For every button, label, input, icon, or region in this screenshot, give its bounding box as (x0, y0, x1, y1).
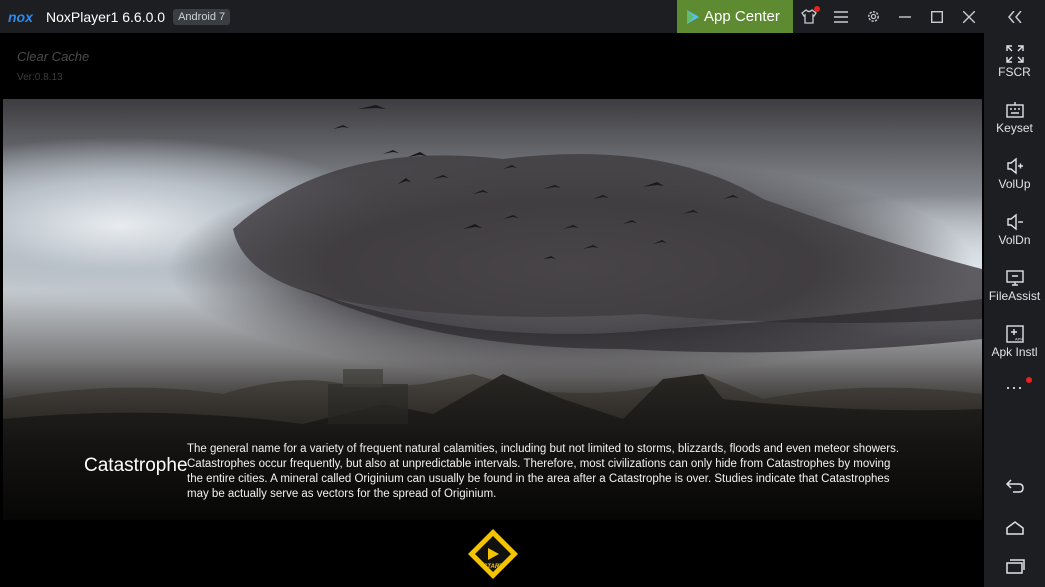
menu-icon (834, 10, 848, 23)
game-viewport[interactable]: Clear Cache Ver:0.8.13 Catastrophe The g… (0, 33, 984, 587)
theme-button[interactable] (793, 0, 825, 33)
close-button[interactable] (953, 0, 985, 33)
maximize-icon (931, 10, 943, 23)
version-label: Ver:0.8.13 (17, 72, 63, 83)
sidebar-more-button[interactable]: ... (984, 371, 1045, 401)
title-bar: nox NoxPlayer1 6.6.0.0 Android 7 App Cen… (0, 0, 1045, 33)
back-button[interactable] (984, 474, 1045, 500)
sidebar-item-label: VolUp (998, 177, 1031, 191)
fullscreen-icon (1005, 45, 1024, 63)
sidebar-item-volup[interactable]: VolUp (984, 153, 1045, 203)
sidebar-item-fscr[interactable]: FSCR (984, 41, 1045, 91)
app-center-button[interactable]: App Center (677, 0, 793, 33)
sidebar-item-fileassist[interactable]: FileAssist (984, 265, 1045, 315)
clear-cache-button[interactable]: Clear Cache (17, 49, 89, 64)
maximize-button[interactable] (921, 0, 953, 33)
minimize-button[interactable] (889, 0, 921, 33)
recents-icon (1005, 559, 1025, 574)
minimize-icon (899, 15, 911, 18)
nox-logo: nox (8, 10, 34, 24)
app-center-label: App Center (704, 8, 780, 25)
close-icon (963, 10, 975, 23)
home-icon (1005, 521, 1024, 535)
apk-icon: APK (1005, 325, 1024, 343)
menu-button[interactable] (825, 0, 857, 33)
window-title: NoxPlayer1 6.6.0.0 (46, 8, 166, 25)
settings-button[interactable] (857, 0, 889, 33)
monitor-icon (1005, 270, 1024, 286)
right-sidebar: FSCR Keyset VolUp VolDn FileAssist APK A… (984, 33, 1045, 587)
home-button[interactable] (984, 516, 1045, 542)
start-diamond-icon: START (468, 529, 518, 579)
more-dots-icon: ... (1005, 373, 1024, 393)
sidebar-item-label: Apk Instl (991, 345, 1038, 359)
gear-icon (867, 11, 879, 22)
svg-text:APK: APK (1015, 337, 1023, 342)
sidebar-item-label: FileAssist (988, 289, 1041, 303)
sidebar-item-apk-instl[interactable]: APK Apk Instl (984, 321, 1045, 371)
sidebar-item-label: VolDn (998, 233, 1031, 247)
collapse-sidebar-button[interactable] (999, 0, 1031, 33)
play-store-icon (687, 9, 699, 24)
start-button[interactable]: START (466, 527, 520, 581)
sidebar-item-label: FSCR (998, 65, 1031, 79)
notification-dot (1026, 377, 1032, 383)
svg-text:nox: nox (8, 10, 34, 24)
android-version-badge: Android 7 (173, 8, 231, 25)
volume-up-icon (1006, 157, 1023, 175)
lore-description: The general name for a variety of freque… (187, 443, 900, 500)
volume-down-icon (1006, 213, 1023, 231)
sidebar-item-voldn[interactable]: VolDn (984, 209, 1045, 259)
sidebar-item-keyset[interactable]: Keyset (984, 97, 1045, 147)
lore-title: Catastrophe (84, 455, 188, 476)
collapse-sidebar-icon (1008, 10, 1022, 23)
notification-dot (814, 6, 820, 12)
keyboard-icon (1005, 102, 1024, 118)
recents-button[interactable] (984, 554, 1045, 580)
back-icon (1005, 479, 1024, 493)
sidebar-item-label: Keyset (996, 121, 1033, 135)
start-label: START (483, 564, 504, 570)
